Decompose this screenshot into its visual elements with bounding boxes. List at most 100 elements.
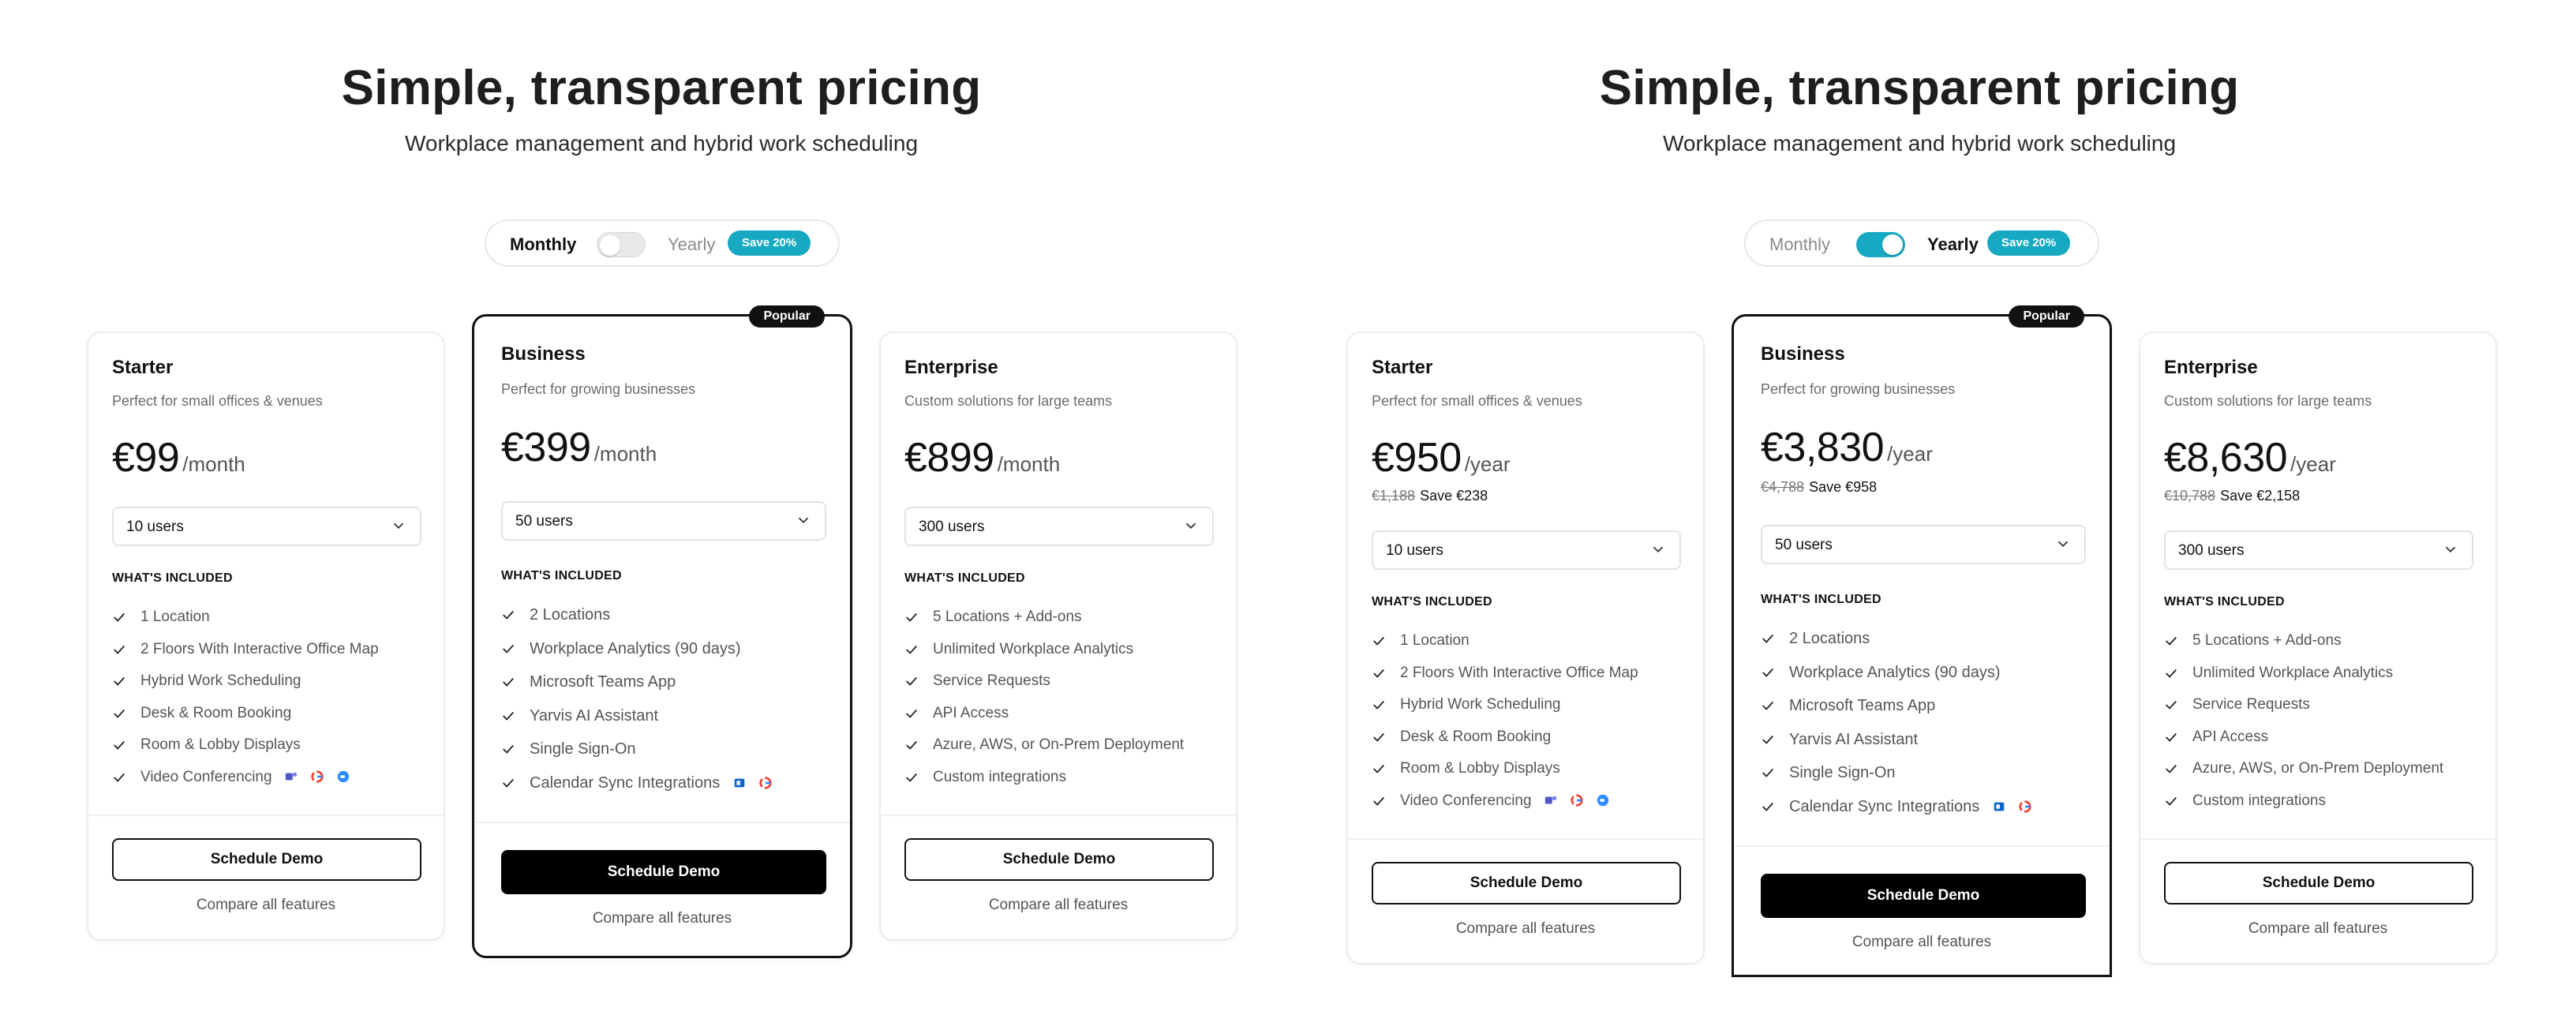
plan-card-enterprise: Enterprise Custom solutions for large te… bbox=[879, 331, 1237, 941]
check-icon bbox=[1762, 735, 1773, 744]
schedule-demo-button[interactable]: Schedule Demo bbox=[501, 850, 826, 894]
page-title: Simple, transparent pricing bbox=[1599, 61, 2240, 115]
plan-name: Business bbox=[1761, 343, 1845, 365]
price-row: €950/year bbox=[1372, 434, 1511, 481]
feature-list: 2 Locations Workplace Analytics (90 days… bbox=[1761, 627, 2032, 830]
feature-item: Single Sign-On bbox=[1761, 762, 2032, 796]
feature-item: Unlimited Workplace Analytics bbox=[2164, 662, 2443, 695]
feature-list: 1 Location 2 Floors With Interactive Off… bbox=[112, 606, 379, 799]
yearly-label[interactable]: Yearly bbox=[668, 234, 715, 255]
check-icon bbox=[114, 645, 125, 654]
plan-period: /year bbox=[2290, 452, 2336, 476]
feature-list: 5 Locations + Add-ons Unlimited Workplac… bbox=[2164, 630, 2443, 822]
schedule-demo-button[interactable]: Schedule Demo bbox=[1761, 874, 2086, 918]
check-icon bbox=[2166, 732, 2177, 742]
compare-features-link[interactable]: Compare all features bbox=[2140, 920, 2496, 938]
feature-item: Calendar Sync Integrations bbox=[1761, 796, 2032, 830]
check-icon bbox=[1762, 702, 1773, 710]
yearly-savings-row: €10,788 Save €2,158 bbox=[2164, 488, 2300, 504]
feature-item: 5 Locations + Add-ons bbox=[904, 606, 1184, 639]
page-subtitle: Workplace management and hybrid work sch… bbox=[1662, 131, 2177, 155]
billing-switch[interactable] bbox=[1856, 232, 1905, 257]
users-select-value: 300 users bbox=[919, 519, 985, 535]
plan-card-starter: Starter Perfect for small offices & venu… bbox=[87, 331, 445, 941]
check-icon bbox=[906, 741, 917, 751]
billing-toggle: Monthly Yearly Save 20% bbox=[1744, 219, 2099, 267]
schedule-demo-button[interactable]: Schedule Demo bbox=[1372, 862, 1681, 905]
savings-amount: Save €238 bbox=[1420, 488, 1488, 504]
feature-item: Room & Lobby Displays bbox=[1372, 758, 1638, 790]
feature-item: Video Conferencing bbox=[112, 766, 379, 799]
pricing-panel-monthly: Simple, transparent pricing Workplace ma… bbox=[0, 0, 1288, 1030]
original-price: €1,188 bbox=[1372, 488, 1416, 504]
check-icon bbox=[1373, 765, 1384, 774]
check-icon bbox=[1762, 802, 1773, 811]
users-select[interactable]: 10 users bbox=[1372, 530, 1681, 570]
check-icon bbox=[2166, 701, 2177, 710]
plan-description: Perfect for growing businesses bbox=[1761, 381, 1956, 397]
feature-item: API Access bbox=[2164, 726, 2443, 758]
billing-switch[interactable] bbox=[597, 232, 646, 257]
plan-price: €399 bbox=[501, 425, 591, 470]
check-icon bbox=[503, 644, 514, 654]
feature-item: Desk & Room Booking bbox=[112, 702, 379, 735]
compare-features-link[interactable]: Compare all features bbox=[474, 910, 850, 927]
schedule-demo-button[interactable]: Schedule Demo bbox=[904, 838, 1214, 881]
feature-item: Yarvis AI Assistant bbox=[1761, 728, 2032, 762]
users-select[interactable]: 50 users bbox=[501, 501, 826, 541]
chevron-down-icon bbox=[2057, 541, 2069, 548]
check-icon bbox=[503, 610, 514, 620]
monthly-label[interactable]: Monthly bbox=[510, 234, 576, 255]
compare-features-link[interactable]: Compare all features bbox=[1734, 934, 2110, 951]
check-icon bbox=[503, 745, 514, 755]
users-select[interactable]: 10 users bbox=[112, 507, 421, 546]
included-heading: WHAT'S INCLUDED bbox=[904, 571, 1025, 585]
price-row: €99/month bbox=[112, 434, 245, 481]
billing-toggle: Monthly Yearly Save 20% bbox=[485, 219, 840, 267]
feature-list: 2 Locations Workplace Analytics (90 days… bbox=[501, 604, 773, 806]
feature-item: 2 Floors With Interactive Office Map bbox=[112, 639, 379, 671]
check-icon bbox=[906, 773, 917, 782]
included-heading: WHAT'S INCLUDED bbox=[2164, 595, 2285, 609]
plan-period: /year bbox=[1464, 452, 1511, 476]
included-heading: WHAT'S INCLUDED bbox=[112, 571, 233, 585]
monthly-label[interactable]: Monthly bbox=[1769, 234, 1830, 255]
outlook-icon bbox=[734, 778, 745, 788]
schedule-demo-button[interactable]: Schedule Demo bbox=[112, 838, 421, 881]
feature-item: Azure, AWS, or On-Prem Deployment bbox=[904, 734, 1184, 766]
switch-knob bbox=[600, 235, 620, 256]
check-icon bbox=[114, 773, 125, 782]
feature-item: Microsoft Teams App bbox=[1761, 695, 2032, 728]
feature-item: Hybrid Work Scheduling bbox=[1372, 694, 1638, 726]
users-select[interactable]: 300 users bbox=[2164, 530, 2473, 570]
plan-price: €8,630 bbox=[2164, 435, 2288, 481]
feature-item: Room & Lobby Displays bbox=[112, 734, 379, 766]
compare-features-link[interactable]: Compare all features bbox=[881, 897, 1236, 914]
schedule-demo-button[interactable]: Schedule Demo bbox=[2164, 862, 2473, 905]
users-select-value: 300 users bbox=[2178, 542, 2245, 559]
users-select[interactable]: 50 users bbox=[1761, 525, 2086, 564]
google-icon bbox=[311, 770, 324, 783]
check-icon bbox=[2166, 796, 2177, 806]
feature-item: Custom integrations bbox=[904, 766, 1184, 799]
users-select[interactable]: 300 users bbox=[904, 507, 1214, 546]
price-row: €3,830/year bbox=[1761, 424, 1933, 471]
plan-description: Perfect for growing businesses bbox=[501, 381, 696, 397]
plan-price: €899 bbox=[904, 435, 994, 481]
card-divider bbox=[88, 815, 444, 816]
feature-item: Service Requests bbox=[2164, 694, 2443, 726]
feature-item: Microsoft Teams App bbox=[501, 671, 773, 705]
compare-features-link[interactable]: Compare all features bbox=[88, 897, 444, 914]
google-icon bbox=[1571, 794, 1583, 807]
teams-icon bbox=[1544, 796, 1557, 804]
plan-period: /month bbox=[182, 452, 245, 476]
zoom-icon bbox=[1597, 794, 1609, 807]
save-badge: Save 20% bbox=[1987, 230, 2071, 256]
feature-item: Workplace Analytics (90 days) bbox=[1761, 661, 2032, 695]
feature-list: 1 Location 2 Floors With Interactive Off… bbox=[1372, 630, 1638, 822]
compare-features-link[interactable]: Compare all features bbox=[1348, 920, 1703, 938]
yearly-label[interactable]: Yearly bbox=[1927, 234, 1979, 255]
plan-name: Starter bbox=[112, 357, 174, 378]
chevron-down-icon bbox=[1653, 546, 1664, 553]
plan-period: /year bbox=[1887, 442, 1933, 466]
